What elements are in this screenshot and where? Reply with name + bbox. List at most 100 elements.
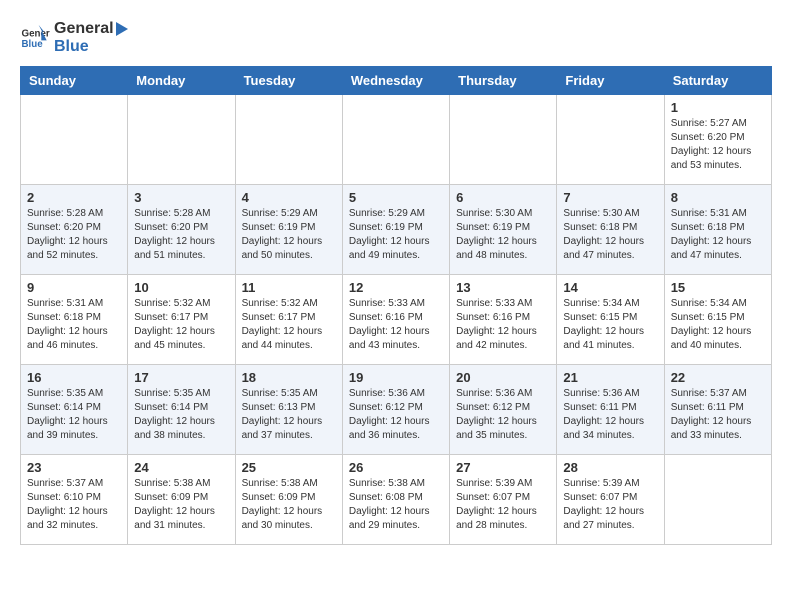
day-info: Sunrise: 5:38 AM Sunset: 6:09 PM Dayligh… <box>242 477 336 533</box>
day-info: Sunrise: 5:36 AM Sunset: 6:12 PM Dayligh… <box>349 387 443 443</box>
day-number: 2 <box>27 190 121 205</box>
day-info: Sunrise: 5:28 AM Sunset: 6:20 PM Dayligh… <box>134 207 228 263</box>
day-cell <box>128 94 235 184</box>
day-info: Sunrise: 5:29 AM Sunset: 6:19 PM Dayligh… <box>242 207 336 263</box>
day-cell <box>664 454 771 544</box>
day-cell <box>450 94 557 184</box>
day-cell: 5 Sunrise: 5:29 AM Sunset: 6:19 PM Daylig… <box>342 184 449 274</box>
day-info: Sunrise: 5:31 AM Sunset: 6:18 PM Dayligh… <box>27 297 121 353</box>
day-info: Sunrise: 5:35 AM Sunset: 6:14 PM Dayligh… <box>27 387 121 443</box>
day-number: 16 <box>27 370 121 385</box>
day-info: Sunrise: 5:39 AM Sunset: 6:07 PM Dayligh… <box>456 477 550 533</box>
weekday-header-tuesday: Tuesday <box>235 66 342 94</box>
day-info: Sunrise: 5:38 AM Sunset: 6:08 PM Dayligh… <box>349 477 443 533</box>
day-number: 7 <box>563 190 657 205</box>
day-number: 14 <box>563 280 657 295</box>
logo-general-text: General <box>54 20 114 37</box>
day-cell: 1 Sunrise: 5:27 AM Sunset: 6:20 PM Daylig… <box>664 94 771 184</box>
week-row-3: 9 Sunrise: 5:31 AM Sunset: 6:18 PM Daylig… <box>21 274 772 364</box>
day-number: 6 <box>456 190 550 205</box>
day-number: 11 <box>242 280 336 295</box>
day-cell: 15 Sunrise: 5:34 AM Sunset: 6:15 PM Dayli… <box>664 274 771 364</box>
day-cell: 21Sunrise: 5:36 AM Sunset: 6:11 PM Dayli… <box>557 364 664 454</box>
logo-arrow-icon <box>116 20 134 38</box>
day-number: 18 <box>242 370 336 385</box>
day-number: 24 <box>134 460 228 475</box>
day-number: 27 <box>456 460 550 475</box>
day-info: Sunrise: 5:31 AM Sunset: 6:18 PM Dayligh… <box>671 207 765 263</box>
weekday-header-monday: Monday <box>128 66 235 94</box>
day-info: Sunrise: 5:37 AM Sunset: 6:11 PM Dayligh… <box>671 387 765 443</box>
day-cell: 9 Sunrise: 5:31 AM Sunset: 6:18 PM Daylig… <box>21 274 128 364</box>
day-info: Sunrise: 5:36 AM Sunset: 6:12 PM Dayligh… <box>456 387 550 443</box>
day-cell: 12 Sunrise: 5:33 AM Sunset: 6:16 PM Dayli… <box>342 274 449 364</box>
day-info: Sunrise: 5:34 AM Sunset: 6:15 PM Dayligh… <box>671 297 765 353</box>
day-info: Sunrise: 5:37 AM Sunset: 6:10 PM Dayligh… <box>27 477 121 533</box>
page-header: General Blue General Blue <box>20 20 772 56</box>
day-number: 19 <box>349 370 443 385</box>
day-info: Sunrise: 5:30 AM Sunset: 6:18 PM Dayligh… <box>563 207 657 263</box>
day-number: 1 <box>671 100 765 115</box>
day-number: 3 <box>134 190 228 205</box>
svg-text:Blue: Blue <box>22 39 44 50</box>
weekday-header-thursday: Thursday <box>450 66 557 94</box>
calendar: SundayMondayTuesdayWednesdayThursdayFrid… <box>20 66 772 545</box>
day-number: 22 <box>671 370 765 385</box>
weekday-header-sunday: Sunday <box>21 66 128 94</box>
day-number: 26 <box>349 460 443 475</box>
day-info: Sunrise: 5:28 AM Sunset: 6:20 PM Dayligh… <box>27 207 121 263</box>
day-cell: 19 Sunrise: 5:36 AM Sunset: 6:12 PM Dayli… <box>342 364 449 454</box>
day-cell: 24Sunrise: 5:38 AM Sunset: 6:09 PM Dayli… <box>128 454 235 544</box>
day-info: Sunrise: 5:29 AM Sunset: 6:19 PM Dayligh… <box>349 207 443 263</box>
day-info: Sunrise: 5:33 AM Sunset: 6:16 PM Dayligh… <box>456 297 550 353</box>
day-cell: 16 Sunrise: 5:35 AM Sunset: 6:14 PM Dayli… <box>21 364 128 454</box>
day-number: 15 <box>671 280 765 295</box>
day-number: 8 <box>671 190 765 205</box>
week-row-1: 1 Sunrise: 5:27 AM Sunset: 6:20 PM Daylig… <box>21 94 772 184</box>
logo-blue-text: Blue <box>54 38 134 56</box>
day-number: 9 <box>27 280 121 295</box>
logo-icon: General Blue <box>20 23 50 53</box>
weekday-header-friday: Friday <box>557 66 664 94</box>
day-cell: 14Sunrise: 5:34 AM Sunset: 6:15 PM Dayli… <box>557 274 664 364</box>
day-cell: 13Sunrise: 5:33 AM Sunset: 6:16 PM Dayli… <box>450 274 557 364</box>
day-cell: 18 Sunrise: 5:35 AM Sunset: 6:13 PM Dayli… <box>235 364 342 454</box>
day-cell: 20Sunrise: 5:36 AM Sunset: 6:12 PM Dayli… <box>450 364 557 454</box>
day-cell: 23Sunrise: 5:37 AM Sunset: 6:10 PM Dayli… <box>21 454 128 544</box>
logo: General Blue General Blue <box>20 20 134 56</box>
svg-text:General: General <box>22 28 51 39</box>
day-cell <box>557 94 664 184</box>
day-cell: 8 Sunrise: 5:31 AM Sunset: 6:18 PM Daylig… <box>664 184 771 274</box>
day-cell: 27 Sunrise: 5:39 AM Sunset: 6:07 PM Dayli… <box>450 454 557 544</box>
day-cell <box>21 94 128 184</box>
day-cell: 28 Sunrise: 5:39 AM Sunset: 6:07 PM Dayli… <box>557 454 664 544</box>
day-number: 21 <box>563 370 657 385</box>
day-cell: 7 Sunrise: 5:30 AM Sunset: 6:18 PM Daylig… <box>557 184 664 274</box>
weekday-header-wednesday: Wednesday <box>342 66 449 94</box>
day-cell: 2 Sunrise: 5:28 AM Sunset: 6:20 PM Daylig… <box>21 184 128 274</box>
day-cell: 6 Sunrise: 5:30 AM Sunset: 6:19 PM Daylig… <box>450 184 557 274</box>
day-number: 5 <box>349 190 443 205</box>
day-number: 28 <box>563 460 657 475</box>
logo-wordmark: General Blue <box>54 20 134 56</box>
day-cell <box>235 94 342 184</box>
day-number: 25 <box>242 460 336 475</box>
day-info: Sunrise: 5:33 AM Sunset: 6:16 PM Dayligh… <box>349 297 443 353</box>
day-info: Sunrise: 5:32 AM Sunset: 6:17 PM Dayligh… <box>134 297 228 353</box>
day-info: Sunrise: 5:39 AM Sunset: 6:07 PM Dayligh… <box>563 477 657 533</box>
weekday-header-row: SundayMondayTuesdayWednesdayThursdayFrid… <box>21 66 772 94</box>
week-row-4: 16 Sunrise: 5:35 AM Sunset: 6:14 PM Dayli… <box>21 364 772 454</box>
day-cell: 11Sunrise: 5:32 AM Sunset: 6:17 PM Dayli… <box>235 274 342 364</box>
day-info: Sunrise: 5:30 AM Sunset: 6:19 PM Dayligh… <box>456 207 550 263</box>
day-info: Sunrise: 5:35 AM Sunset: 6:13 PM Dayligh… <box>242 387 336 443</box>
day-cell: 22 Sunrise: 5:37 AM Sunset: 6:11 PM Dayli… <box>664 364 771 454</box>
day-cell: 17Sunrise: 5:35 AM Sunset: 6:14 PM Dayli… <box>128 364 235 454</box>
day-cell: 26 Sunrise: 5:38 AM Sunset: 6:08 PM Dayli… <box>342 454 449 544</box>
day-cell: 25 Sunrise: 5:38 AM Sunset: 6:09 PM Dayli… <box>235 454 342 544</box>
day-info: Sunrise: 5:27 AM Sunset: 6:20 PM Dayligh… <box>671 117 765 173</box>
day-info: Sunrise: 5:35 AM Sunset: 6:14 PM Dayligh… <box>134 387 228 443</box>
day-cell <box>342 94 449 184</box>
day-number: 4 <box>242 190 336 205</box>
week-row-2: 2 Sunrise: 5:28 AM Sunset: 6:20 PM Daylig… <box>21 184 772 274</box>
day-number: 12 <box>349 280 443 295</box>
